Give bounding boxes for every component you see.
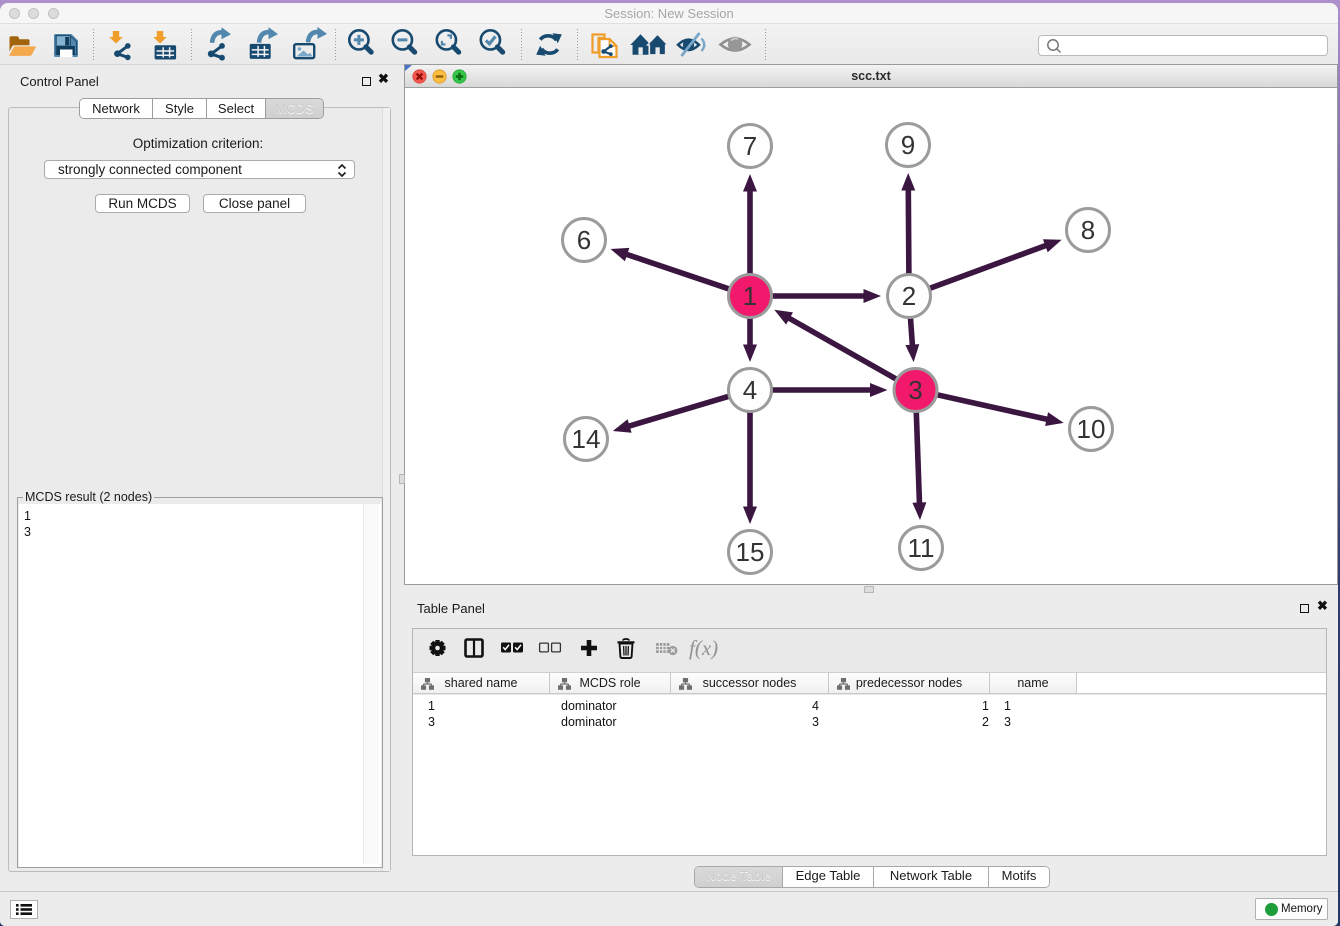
svg-text:10: 10 (1077, 414, 1106, 444)
svg-text:3: 3 (908, 375, 922, 405)
svg-text:1: 1 (743, 281, 757, 311)
svg-text:8: 8 (1081, 215, 1095, 245)
svg-text:2: 2 (902, 281, 916, 311)
svg-text:9: 9 (901, 130, 915, 160)
svg-text:f(x): f(x) (689, 636, 718, 660)
svg-text:14: 14 (572, 424, 601, 454)
svg-text:15: 15 (736, 537, 765, 567)
svg-text:11: 11 (908, 533, 935, 563)
svg-text:4: 4 (743, 375, 757, 405)
svg-text:6: 6 (577, 225, 591, 255)
svg-text:7: 7 (743, 131, 757, 161)
